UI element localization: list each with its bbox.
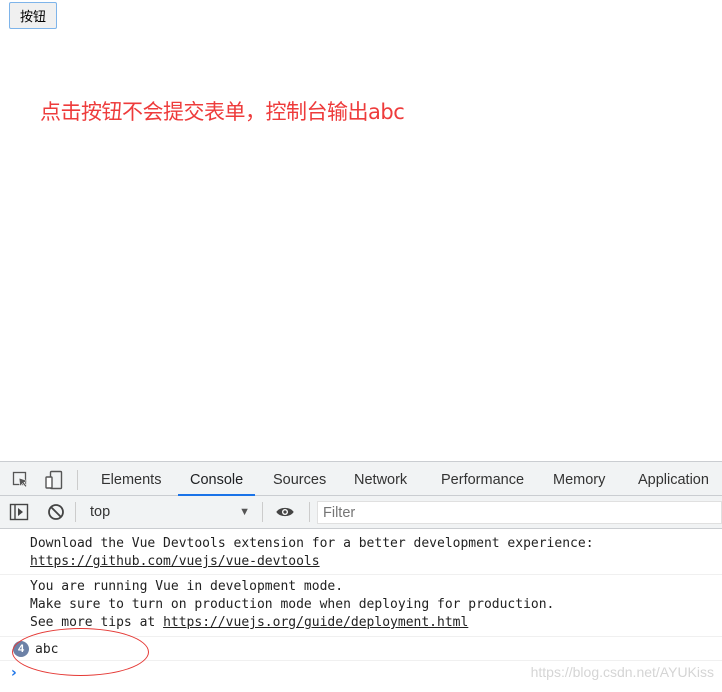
message-text: Download the Vue Devtools extension for … — [30, 536, 594, 551]
context-select[interactable]: top ▼ — [82, 501, 256, 523]
console-message-repeated: 4 abc — [0, 637, 722, 661]
inspect-element-icon[interactable] — [11, 470, 31, 490]
tabbar-separator — [77, 470, 78, 490]
tab-elements[interactable]: Elements — [101, 462, 161, 495]
tab-application[interactable]: Application — [638, 462, 709, 495]
toolbar-separator — [309, 502, 310, 522]
repeat-count-badge: 4 — [13, 641, 29, 657]
devtools-tabbar: Elements Console Sources Network Perform… — [0, 462, 722, 496]
context-select-value: top — [90, 504, 111, 520]
message-text: You are running Vue in development mode. — [30, 579, 344, 594]
toolbar-separator — [262, 502, 263, 522]
devtools-panel: Elements Console Sources Network Perform… — [0, 461, 722, 692]
message-text: See more tips at — [30, 615, 164, 630]
filter-input[interactable] — [317, 501, 722, 524]
tab-performance[interactable]: Performance — [441, 462, 524, 495]
console-message: You are running Vue in development mode.… — [0, 578, 722, 637]
vue-devtools-link[interactable]: https://github.com/vuejs/vue-devtools — [30, 554, 320, 569]
toolbar-separator — [75, 502, 76, 522]
clear-console-icon[interactable] — [46, 502, 66, 522]
console-message: Download the Vue Devtools extension for … — [0, 535, 722, 575]
page: 按钮 点击按钮不会提交表单，控制台输出abc Elements Console … — [0, 0, 722, 692]
dropdown-arrow-icon: ▼ — [239, 506, 250, 518]
tab-sources[interactable]: Sources — [273, 462, 326, 495]
console-toolbar: top ▼ — [0, 496, 722, 529]
live-expression-eye-icon[interactable] — [275, 502, 295, 522]
tab-network[interactable]: Network — [354, 462, 407, 495]
message-text: Make sure to turn on production mode whe… — [30, 597, 555, 612]
annotation-text: 点击按钮不会提交表单，控制台输出abc — [40, 100, 405, 124]
device-toolbar-icon[interactable] — [44, 470, 64, 490]
console-sidebar-icon[interactable] — [9, 502, 29, 522]
vue-deployment-link[interactable]: https://vuejs.org/guide/deployment.html — [163, 615, 468, 630]
tab-memory[interactable]: Memory — [553, 462, 605, 495]
watermark: https://blog.csdn.net/AYUKiss — [530, 664, 714, 680]
log-output-text: abc — [35, 642, 59, 657]
demo-button[interactable]: 按钮 — [9, 2, 57, 29]
tab-console[interactable]: Console — [177, 462, 256, 496]
console-prompt-icon[interactable]: › — [11, 665, 17, 681]
